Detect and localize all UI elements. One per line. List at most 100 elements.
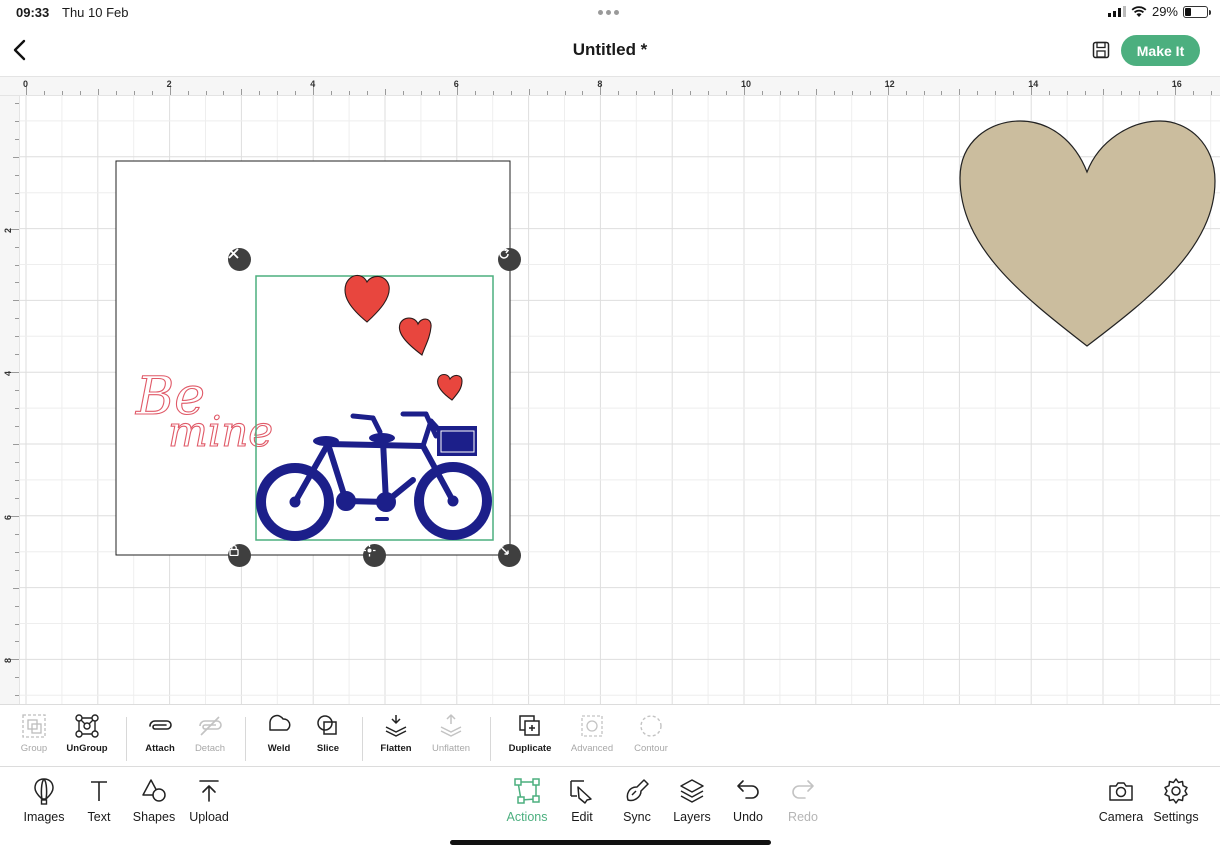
ruler-tick (438, 91, 440, 95)
ruler-tick (133, 91, 135, 95)
ruler-tick (15, 174, 19, 176)
ruler-tick (241, 89, 243, 95)
top-header: Untitled * Make It (0, 24, 1220, 76)
toolbar-divider (490, 717, 491, 761)
nav-layers[interactable]: Layers (661, 777, 723, 824)
ruler-tick (492, 91, 494, 95)
nav-undo[interactable]: Undo (717, 777, 779, 824)
ruler-tick (151, 91, 153, 95)
delete-handle[interactable] (228, 248, 251, 271)
lock-handle[interactable] (228, 544, 251, 567)
nav-images[interactable]: Images (13, 777, 75, 824)
nav-sync[interactable]: Sync (606, 777, 668, 824)
ruler-tick (13, 587, 19, 589)
ruler-label: 4 (310, 79, 316, 89)
attach-label: Attach (145, 743, 175, 754)
ruler-tick (15, 264, 19, 266)
ruler-label: 0 (23, 79, 29, 89)
nav-shapes[interactable]: Shapes (123, 777, 185, 824)
ruler-label: 14 (1028, 79, 1039, 89)
ruler-tick (15, 192, 19, 194)
ruler-tick (331, 91, 333, 95)
nav-upload[interactable]: Upload (178, 777, 240, 824)
ruler-tick (15, 533, 19, 535)
save-icon[interactable] (1092, 41, 1110, 59)
sync-icon (626, 779, 649, 802)
status-bar: 09:33 Thu 10 Feb 29% (0, 0, 1220, 24)
ruler-tick (1210, 91, 1212, 95)
nav-settings-label: Settings (1153, 810, 1199, 824)
layers-icon (680, 779, 704, 803)
detach-button[interactable]: Detach (182, 713, 238, 754)
flatten-button[interactable]: Flatten (368, 713, 424, 754)
duplicate-button[interactable]: Duplicate (502, 713, 558, 754)
ruler-tick (1067, 91, 1069, 95)
group-icon (22, 714, 46, 738)
rotate-icon (499, 248, 510, 259)
ruler-tick (618, 91, 620, 95)
ruler-tick (402, 91, 404, 95)
home-indicator[interactable] (450, 840, 771, 845)
ruler-tick (15, 318, 19, 320)
back-chevron-icon[interactable] (10, 38, 30, 62)
ruler-tick (797, 91, 799, 95)
unflatten-button[interactable]: Unflatten (423, 713, 479, 754)
advanced-button[interactable]: Advanced (564, 713, 620, 754)
nav-redo[interactable]: Redo (772, 777, 834, 824)
resize-handle[interactable] (498, 544, 521, 567)
actions-toolbar: Group UnGroup Attach Detach Weld Slice F… (0, 704, 1220, 766)
multitasking-dots-icon[interactable] (598, 10, 619, 15)
ruler-tick (295, 91, 297, 95)
ruler-label: 6 (3, 514, 13, 520)
ruler-tick (205, 91, 207, 95)
ruler-tick (977, 91, 979, 95)
rotate-handle[interactable] (498, 248, 521, 271)
ruler-tick (528, 89, 530, 95)
move-handle[interactable] (363, 544, 386, 567)
nav-camera[interactable]: Camera (1090, 777, 1152, 824)
nav-actions[interactable]: Actions (496, 777, 558, 824)
ruler-tick (15, 120, 19, 122)
group-button[interactable]: Group (6, 713, 62, 754)
ruler-tick (815, 89, 817, 95)
nav-camera-label: Camera (1098, 810, 1144, 824)
make-it-button[interactable]: Make It (1121, 35, 1200, 66)
attach-button[interactable]: Attach (132, 713, 188, 754)
ruler-tick (15, 282, 19, 284)
weld-button[interactable]: Weld (251, 713, 307, 754)
nav-edit[interactable]: Edit (551, 777, 613, 824)
ruler-tick (15, 390, 19, 392)
contour-label: Contour (634, 743, 668, 754)
ruler-tick (15, 623, 19, 625)
ruler-tick (582, 91, 584, 95)
toolbar-divider (245, 717, 246, 761)
cellular-signal-icon (1107, 6, 1126, 17)
contour-button[interactable]: Contour (623, 713, 679, 754)
group-label: Group (20, 743, 48, 754)
nav-text[interactable]: Text (68, 777, 130, 824)
ruler-tick (1138, 91, 1140, 95)
slice-button[interactable]: Slice (300, 713, 356, 754)
ruler-tick (97, 89, 99, 95)
ruler-tick (690, 91, 692, 95)
design-canvas[interactable]: Be mine (20, 96, 1220, 704)
ruler-tick (1156, 91, 1158, 95)
ruler-tick (15, 479, 19, 481)
ruler-tick (277, 91, 279, 95)
detach-label: Detach (194, 743, 226, 754)
nav-settings[interactable]: Settings (1145, 777, 1207, 824)
ungroup-button[interactable]: UnGroup (59, 713, 115, 754)
ruler-tick (1085, 91, 1087, 95)
nav-sync-label: Sync (623, 810, 651, 824)
status-time: 09:33 (16, 5, 50, 20)
contour-icon (640, 715, 662, 737)
text-icon (91, 781, 107, 801)
nav-shapes-label: Shapes (132, 810, 176, 824)
toolbar-divider (362, 717, 363, 761)
project-title: Untitled * (572, 40, 648, 59)
ruler-tick (15, 102, 19, 104)
ruler-tick (708, 91, 710, 95)
ruler-tick (726, 91, 728, 95)
flatten-label: Flatten (380, 743, 412, 754)
battery-icon (1183, 5, 1211, 18)
